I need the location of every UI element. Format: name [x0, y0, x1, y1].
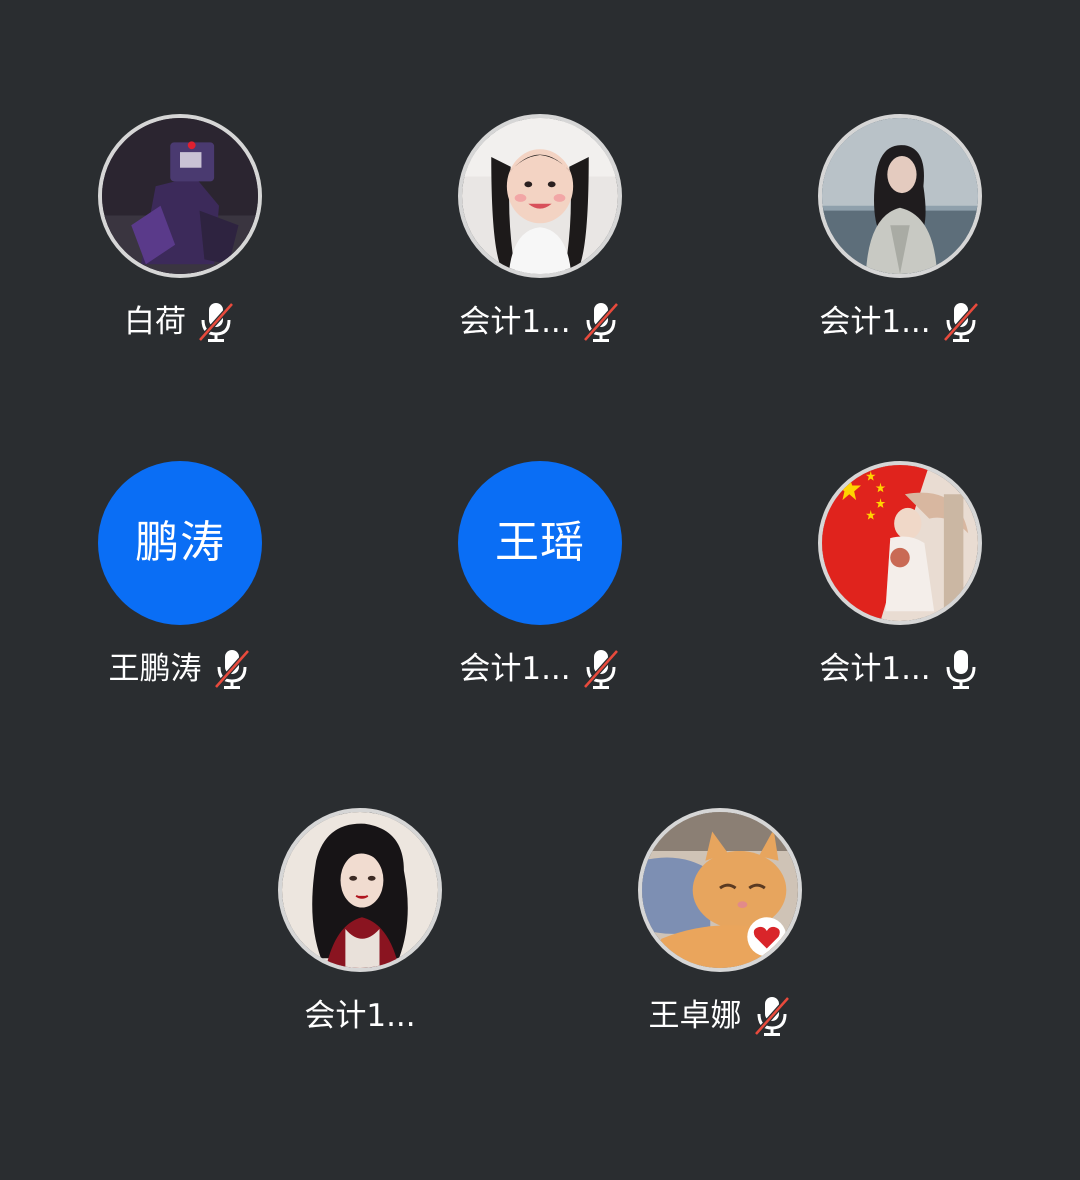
- mic-muted-icon: [581, 647, 621, 691]
- participant-name: 会计1...: [459, 651, 571, 687]
- participant-name: 白荷: [124, 304, 186, 340]
- woman-illustration-avatar-icon[interactable]: [278, 808, 442, 972]
- avatar-initials: 王瑶: [495, 517, 585, 568]
- initials-avatar[interactable]: 鹏涛: [98, 461, 262, 625]
- girl-seaside-avatar-icon[interactable]: [818, 114, 982, 278]
- participant-name: 会计1...: [459, 304, 571, 340]
- mic-muted-icon: [752, 994, 792, 1038]
- participant-tile[interactable]: 王卓娜: [570, 808, 870, 1068]
- mic-icon: [941, 647, 981, 691]
- flag-girl-avatar-icon[interactable]: [818, 461, 982, 625]
- participant-tile[interactable]: 鹏涛 王鹏涛: [30, 461, 330, 721]
- participant-name-row: 会计1...: [750, 300, 1050, 344]
- initials-avatar[interactable]: 王瑶: [458, 461, 622, 625]
- participant-name: 会计1...: [819, 304, 931, 340]
- participant-name-row: 王卓娜: [570, 994, 870, 1038]
- participant-tile[interactable]: 会计1...: [390, 114, 690, 374]
- participant-name-row: 王鹏涛: [30, 647, 330, 691]
- participant-name-row: 会计1...: [390, 647, 690, 691]
- mic-muted-icon: [941, 300, 981, 344]
- participant-name-row: 会计1...: [390, 300, 690, 344]
- participant-tile[interactable]: 会计1...: [210, 808, 510, 1068]
- robot-avatar-icon[interactable]: [98, 114, 262, 278]
- participant-name-row: 会计1...: [210, 994, 510, 1038]
- girl-pigtails-avatar-icon[interactable]: [458, 114, 622, 278]
- participant-name: 王鹏涛: [108, 651, 202, 687]
- participant-tile[interactable]: 白荷: [30, 114, 330, 374]
- participant-tile[interactable]: 会计1...: [750, 114, 1050, 374]
- participant-tile[interactable]: 王瑶 会计1...: [390, 461, 690, 721]
- participant-name: 会计1...: [304, 998, 416, 1034]
- mic-muted-icon: [581, 300, 621, 344]
- participant-name-row: 白荷: [30, 300, 330, 344]
- mic-muted-icon: [196, 300, 236, 344]
- participant-tile[interactable]: 会计1...: [750, 461, 1050, 721]
- avatar-initials: 鹏涛: [135, 517, 225, 568]
- participant-name: 王卓娜: [648, 998, 742, 1034]
- participant-name: 会计1...: [819, 651, 931, 687]
- participant-name-row: 会计1...: [750, 647, 1050, 691]
- kitten-avatar-icon[interactable]: [638, 808, 802, 972]
- mic-muted-icon: [212, 647, 252, 691]
